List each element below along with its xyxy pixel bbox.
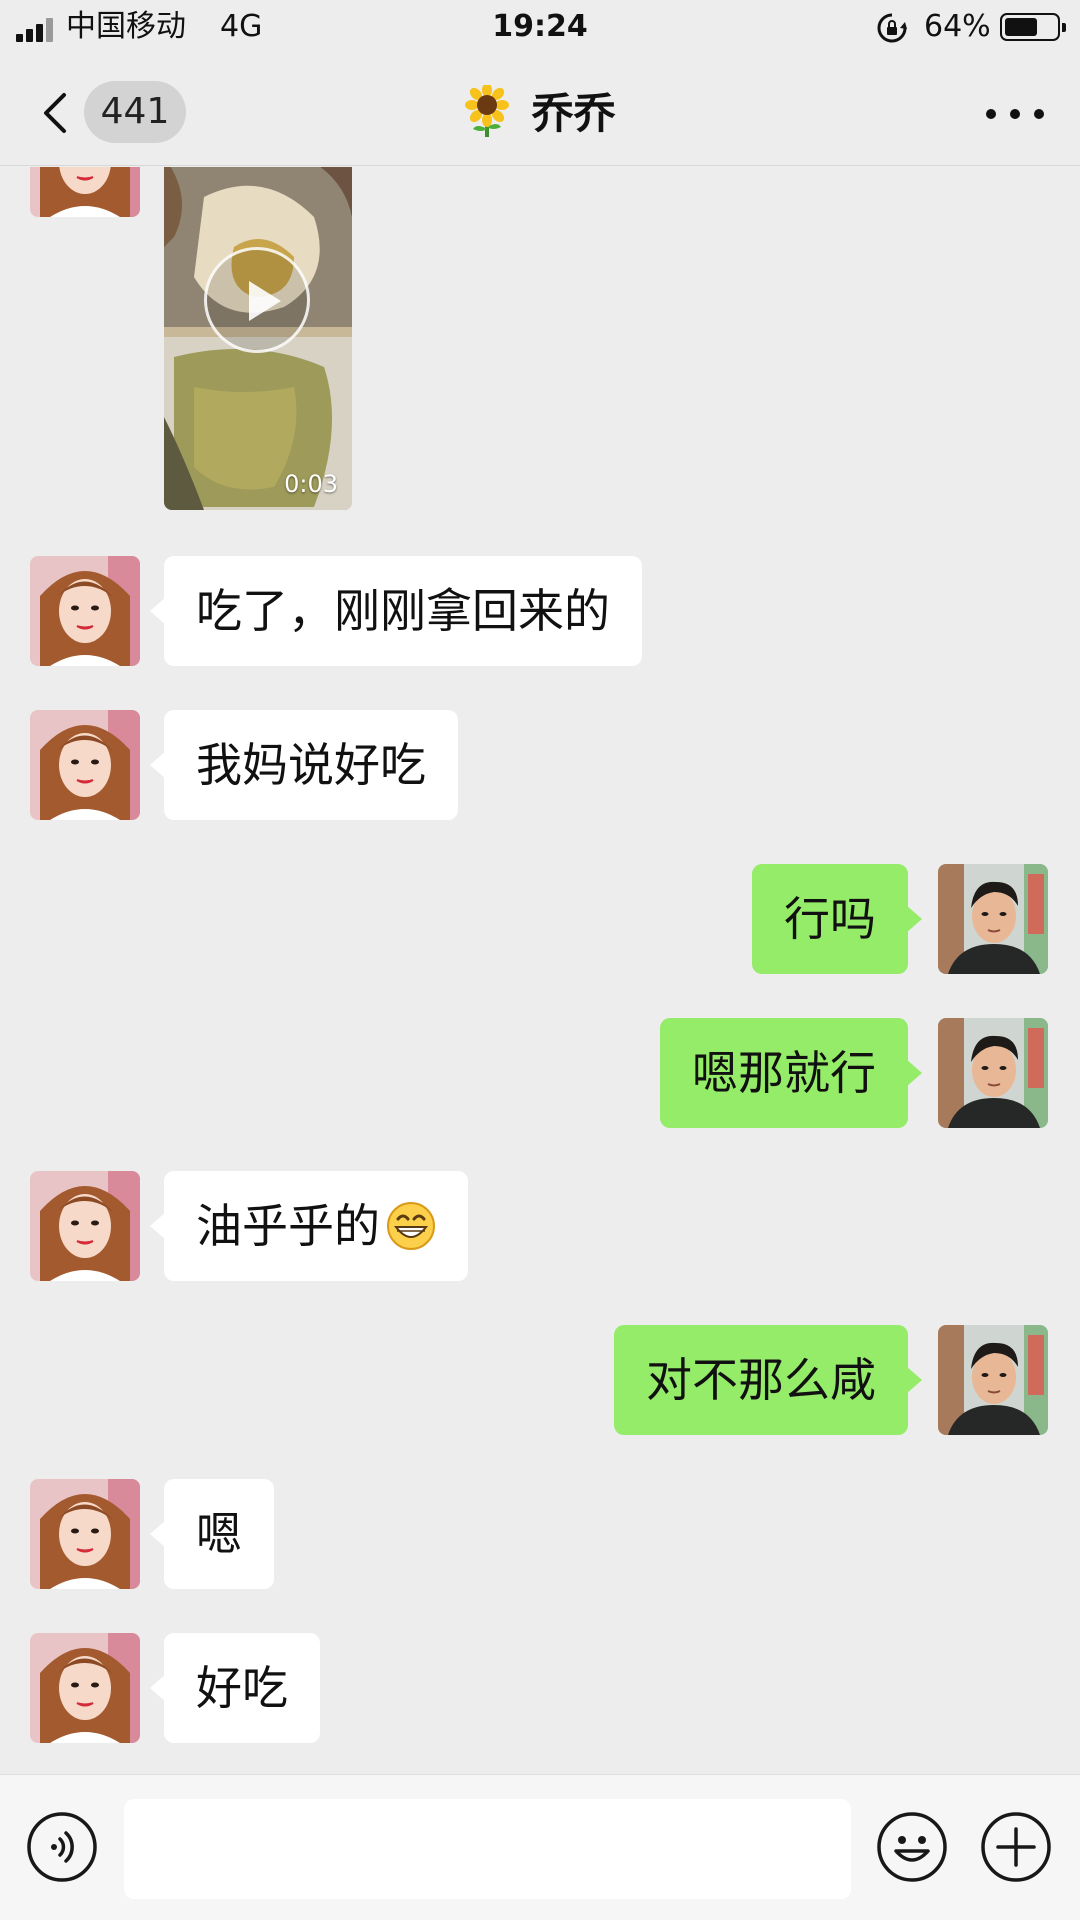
voice-icon bbox=[27, 1812, 97, 1882]
plus-icon bbox=[981, 1812, 1051, 1882]
nav-bar: 441 乔乔 bbox=[0, 58, 1080, 166]
rotation-lock-icon bbox=[877, 13, 907, 43]
incoming-message-bubble[interactable]: 吃了，刚刚拿回来的 bbox=[150, 556, 642, 666]
more-options-button[interactable] bbox=[978, 94, 1052, 134]
outgoing-message-bubble[interactable]: 嗯那就行 bbox=[660, 1018, 922, 1128]
voice-button[interactable] bbox=[26, 1811, 98, 1883]
contact-avatar[interactable] bbox=[30, 1479, 140, 1589]
plus-button[interactable] bbox=[980, 1811, 1052, 1883]
incoming-message-bubble[interactable]: 我妈说好吃 bbox=[150, 710, 458, 820]
outgoing-message-bubble[interactable]: 对不那么咸 bbox=[614, 1325, 922, 1435]
emoji-icon bbox=[877, 1812, 947, 1882]
battery-icon bbox=[1000, 13, 1066, 41]
chat-title: 乔乔 bbox=[531, 89, 616, 138]
video-message[interactable]: 0:03 bbox=[164, 167, 352, 510]
grinning-face-icon bbox=[387, 1201, 435, 1250]
message-text: 油乎乎的 bbox=[196, 1199, 380, 1253]
outgoing-message-bubble[interactable]: 行吗 bbox=[752, 864, 922, 974]
chat-message-list[interactable]: 0:03 吃了，刚刚拿回来的 我妈说好吃 行吗 嗯那就行 油乎乎的 对不那么咸 bbox=[0, 167, 1080, 1774]
my-avatar[interactable] bbox=[938, 864, 1048, 974]
status-bar: 中国移动 4G 19:24 64% bbox=[0, 0, 1080, 58]
incoming-message-bubble[interactable]: 油乎乎的 bbox=[150, 1171, 468, 1281]
contact-avatar[interactable] bbox=[30, 710, 140, 820]
my-avatar[interactable] bbox=[938, 1018, 1048, 1128]
input-bar bbox=[0, 1774, 1080, 1920]
sunflower-icon bbox=[465, 84, 510, 137]
battery-percent: 64% bbox=[924, 9, 991, 44]
contact-avatar[interactable] bbox=[30, 1171, 140, 1281]
contact-avatar[interactable] bbox=[30, 167, 140, 217]
chat-header: 乔乔 bbox=[0, 80, 1080, 146]
incoming-message-bubble[interactable]: 嗯 bbox=[150, 1479, 274, 1589]
my-avatar[interactable] bbox=[938, 1325, 1048, 1435]
status-time: 19:24 bbox=[492, 9, 588, 44]
message-input[interactable] bbox=[124, 1799, 851, 1899]
incoming-message-bubble[interactable]: 好吃 bbox=[150, 1633, 320, 1743]
play-icon[interactable] bbox=[204, 247, 310, 353]
contact-avatar[interactable] bbox=[30, 556, 140, 666]
emoji-button[interactable] bbox=[876, 1811, 948, 1883]
contact-avatar[interactable] bbox=[30, 1633, 140, 1743]
video-duration: 0:03 bbox=[284, 470, 338, 498]
